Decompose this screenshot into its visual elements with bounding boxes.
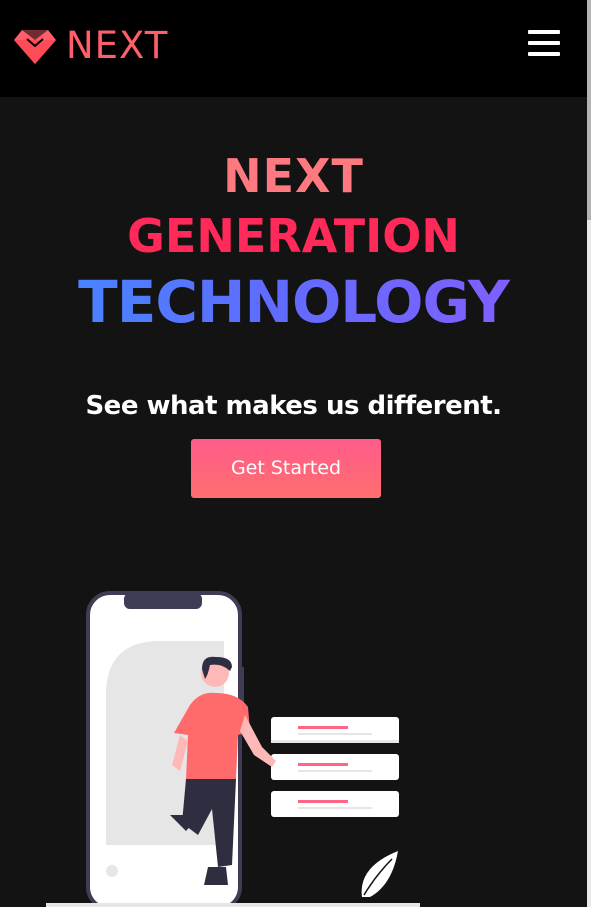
landing-page: NEXT NEXT GENERATION TECHNOLOGY See what… — [0, 0, 591, 907]
hero-subheading: See what makes us different. — [85, 391, 502, 421]
diamond-icon — [14, 30, 56, 64]
headline-line-1: NEXT — [223, 149, 364, 203]
brand-logo[interactable]: NEXT — [14, 26, 168, 66]
hero-section: NEXT GENERATION TECHNOLOGY See what make… — [0, 97, 587, 907]
scrollbar-thumb[interactable] — [587, 0, 591, 220]
get-started-button[interactable]: Get Started — [191, 439, 381, 498]
headline-line-3: TECHNOLOGY — [0, 269, 587, 335]
person-with-phone-illustration — [46, 591, 420, 907]
page-scrollbar[interactable] — [587, 0, 591, 907]
hamburger-icon[interactable] — [528, 30, 560, 56]
hamburger-bar — [528, 41, 560, 45]
navbar: NEXT — [0, 0, 587, 97]
brand-name: NEXT — [66, 24, 169, 67]
hamburger-bar — [528, 30, 560, 34]
hamburger-bar — [528, 52, 560, 56]
headline-line-2: GENERATION — [127, 209, 460, 263]
